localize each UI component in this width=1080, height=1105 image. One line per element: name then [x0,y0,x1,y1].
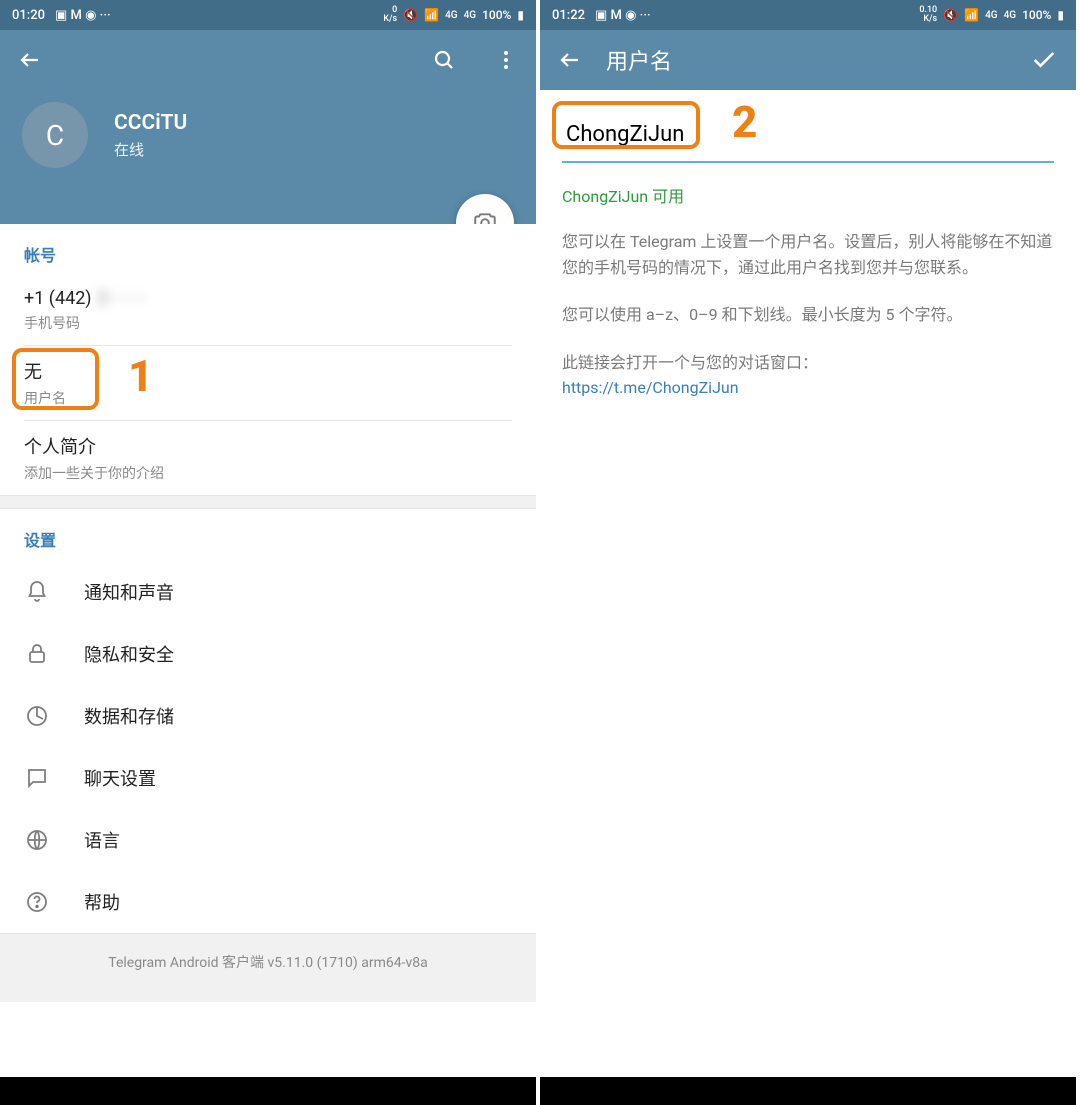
net-rate: 0.10 K/s [919,6,937,24]
profile-header: C CCCiTU 在线 [0,30,536,224]
settings-data[interactable]: 数据和存储 [0,685,536,747]
status-time: 01:20 [12,8,45,23]
bio-label: 添加一些关于你的介绍 [24,463,164,483]
settings-privacy[interactable]: 隐私和安全 [0,623,536,685]
wifi-icon: 📶 [424,8,439,22]
username-value: 无 [24,358,42,384]
battery-icon: ▮ [517,8,524,22]
username-link[interactable]: https://t.me/ChongZiJun [562,378,739,397]
content-area: ChongZiJun 可用 您可以在 Telegram 上设置一个用户名。设置后… [540,90,1076,419]
info-paragraph-1: 您可以在 Telegram 上设置一个用户名。设置后，别人将能够在不知道您的手机… [562,229,1054,280]
section-settings: 设置 [0,509,536,561]
username-label: 用户名 [24,388,66,408]
android-nav-bar [540,1077,1076,1105]
status-notification-icons: ▣ M ◉ ··· [595,8,651,23]
battery-text: 100% [482,8,511,22]
net-rate: 0 K/s [383,6,397,24]
phone-value: +1 (442) [24,288,92,309]
section-account: 帐号 [0,224,536,276]
username-item[interactable]: 无 用户名 [0,346,536,420]
search-icon[interactable] [432,48,456,72]
phone-hidden: 2······· [98,288,149,309]
signal-icon-1: 4G [445,10,458,21]
content-area: 帐号 +1 (442) 2······· 手机号码 无 用户名 个人简介 添加一… [0,224,536,1077]
globe-icon [24,827,50,853]
wifi-icon: 📶 [964,8,979,22]
android-nav-bar [0,1077,536,1105]
signal-icon-1: 4G [985,10,998,21]
settings-help[interactable]: 帮助 [0,871,536,933]
signal-icon-2: 4G [1004,10,1017,21]
help-icon [24,889,50,915]
mute-icon: 🔇 [943,8,958,22]
avatar[interactable]: C [22,102,88,168]
more-icon[interactable] [494,48,518,72]
profile-name: CCCiTU [114,111,187,135]
status-bar: 01:22 ▣ M ◉ ··· 0.10 K/s 🔇 📶 4G 4G 100% … [540,0,1076,30]
screen-settings: 01:20 ▣ M ◉ ··· 0 K/s 🔇 📶 4G 4G 100% ▮ [0,0,540,1105]
profile-status: 在线 [114,139,187,160]
status-bar: 01:20 ▣ M ◉ ··· 0 K/s 🔇 📶 4G 4G 100% ▮ [0,0,536,30]
phone-item[interactable]: +1 (442) 2······· 手机号码 [0,276,536,345]
status-notification-icons: ▣ M ◉ ··· [55,8,111,23]
settings-notifications[interactable]: 通知和声音 [0,561,536,623]
back-icon[interactable] [558,48,582,72]
info-paragraph-2: 您可以使用 a–z、0–9 和下划线。最小长度为 5 个字符。 [562,302,1054,328]
availability-text: ChongZiJun 可用 [562,183,1054,207]
toolbar-title: 用户名 [606,44,1006,76]
data-icon [24,703,50,729]
chat-icon [24,765,50,791]
info-paragraph-3: 此链接会打开一个与您的对话窗口： [562,353,818,372]
screen-username-edit: 01:22 ▣ M ◉ ··· 0.10 K/s 🔇 📶 4G 4G 100% … [540,0,1080,1105]
phone-label: 手机号码 [24,313,80,333]
version-footer: Telegram Android 客户端 v5.11.0 (1710) arm6… [0,933,536,1002]
mute-icon: 🔇 [403,8,418,22]
settings-chat[interactable]: 聊天设置 [0,747,536,809]
username-input[interactable] [562,108,1054,163]
battery-icon: ▮ [1057,8,1064,22]
bio-value: 个人简介 [24,433,96,459]
confirm-icon[interactable] [1030,46,1058,74]
bio-item[interactable]: 个人简介 添加一些关于你的介绍 [0,421,536,495]
signal-icon-2: 4G [464,10,477,21]
status-time: 01:22 [552,8,585,23]
back-icon[interactable] [18,48,42,72]
battery-text: 100% [1022,8,1051,22]
bell-icon [24,579,50,605]
lock-icon [24,641,50,667]
settings-language[interactable]: 语言 [0,809,536,871]
